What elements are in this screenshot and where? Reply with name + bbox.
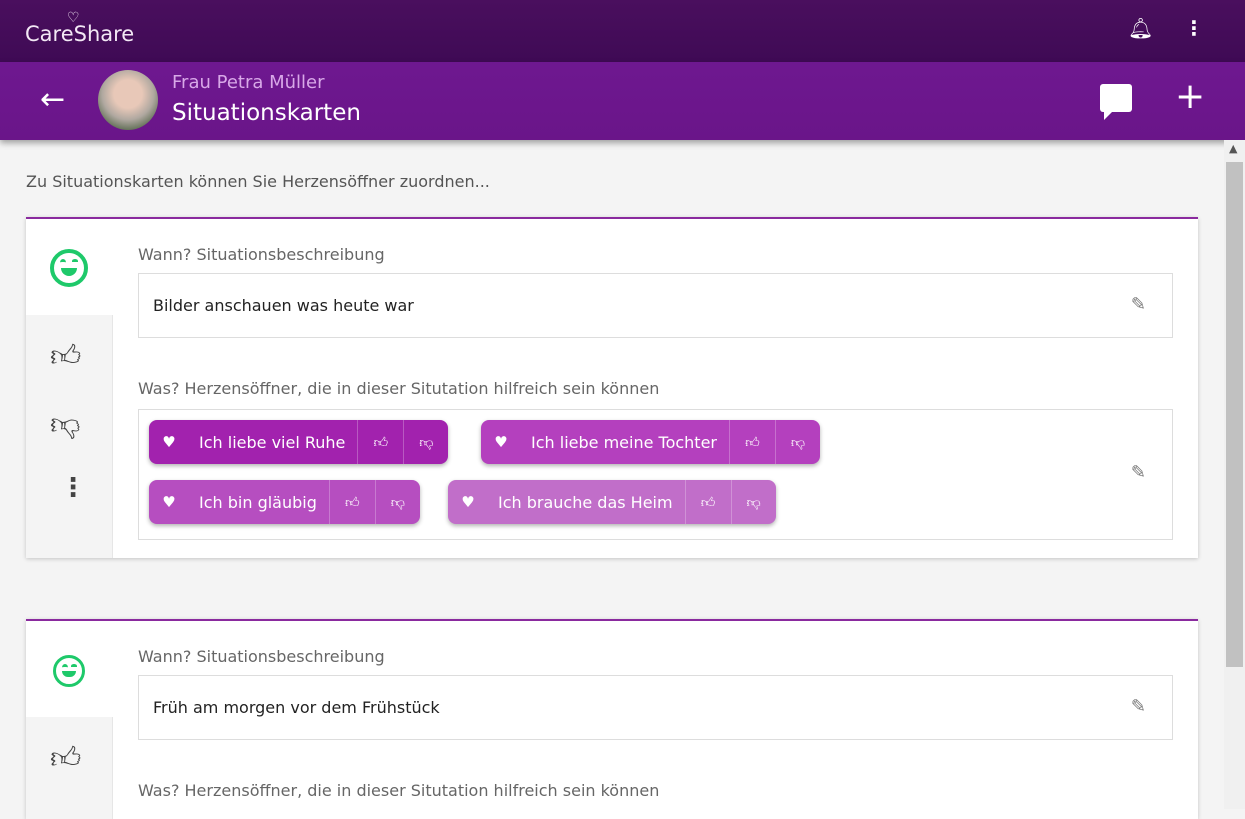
heart-icon: ♥ xyxy=(162,493,176,511)
thumb-down-icon[interactable]: 👎︎ xyxy=(50,407,80,443)
heart-opener-chip[interactable]: ♥ Ich liebe viel Ruhe 👍︎ 👎︎ xyxy=(149,420,449,464)
add-icon[interactable]: + xyxy=(1175,76,1205,117)
thumb-up-icon[interactable]: 👍︎ xyxy=(50,339,81,375)
when-label: Wann? Situationsbeschreibung xyxy=(138,647,385,666)
chat-icon[interactable] xyxy=(1100,84,1132,120)
situation-field[interactable]: Früh am morgen vor dem Frühstück ✎ xyxy=(138,675,1173,740)
smiley-icon xyxy=(50,249,88,287)
heart-opener-chip[interactable]: ♥ Ich liebe meine Tochter 👍︎ 👎︎ xyxy=(481,420,820,464)
avatar xyxy=(98,70,158,130)
chip-label: Ich liebe meine Tochter xyxy=(521,420,730,464)
thumb-up-icon[interactable]: 👍︎ xyxy=(50,741,81,777)
thumb-up-icon[interactable]: 👍︎ xyxy=(330,480,375,524)
situation-text: Früh am morgen vor dem Frühstück xyxy=(153,698,440,717)
thumb-down-icon[interactable]: 👎︎ xyxy=(774,420,820,464)
situation-text: Bilder anschauen was heute war xyxy=(153,296,414,315)
card-sidebar: 👍︎ 👎︎ ⋮ xyxy=(26,315,113,558)
situation-field[interactable]: Bilder anschauen was heute war ✎ xyxy=(138,273,1173,338)
chip-label: Ich liebe viel Ruhe xyxy=(189,420,359,464)
chip-label: Ich bin gläubig xyxy=(189,480,330,524)
more-vert-icon[interactable]: ⋮ xyxy=(60,473,86,503)
chip-label: Ich brauche das Heim xyxy=(488,480,686,524)
what-label: Was? Herzensöffner, die in dieser Situta… xyxy=(138,379,660,398)
situation-card: 👍︎ Wann? Situationsbeschreibung Früh am … xyxy=(26,619,1198,819)
card-sidebar: 👍︎ xyxy=(26,717,113,819)
thumb-up-icon[interactable]: 👍︎ xyxy=(730,420,775,464)
situation-card: 👍︎ 👎︎ ⋮ Wann? Situationsbeschreibung Bil… xyxy=(26,217,1198,558)
heart-icon: ♥ xyxy=(461,493,475,511)
heart-icon: ♥ xyxy=(162,433,176,451)
smiley-icon xyxy=(53,655,85,687)
back-arrow-icon[interactable]: ← xyxy=(40,82,65,117)
thumb-down-icon[interactable]: 👎︎ xyxy=(374,480,420,524)
careshare-logo: ♡ CareShare xyxy=(25,10,135,46)
edit-icon[interactable]: ✎ xyxy=(1131,462,1146,483)
heart-icon: ♥ xyxy=(494,433,508,451)
when-label: Wann? Situationsbeschreibung xyxy=(138,245,385,264)
app-bar: ♡ CareShare 🔔︎ ⋮ xyxy=(0,0,1245,62)
heart-openers-field: ✎ ♥ Ich liebe viel Ruhe 👍︎ 👎︎ ♥ Ich liebe me… xyxy=(138,409,1173,540)
thumb-up-icon[interactable]: 👍︎ xyxy=(358,420,403,464)
page-title: Situationskarten xyxy=(172,100,361,126)
more-vert-icon[interactable]: ⋮ xyxy=(1184,16,1204,40)
scrollbar[interactable]: ▲ xyxy=(1224,140,1245,809)
heart-opener-chip[interactable]: ♥ Ich brauche das Heim 👍︎ 👎︎ xyxy=(448,480,776,524)
what-label: Was? Herzensöffner, die in dieser Situta… xyxy=(138,781,660,800)
person-name: Frau Petra Müller xyxy=(172,72,325,93)
thumb-down-icon[interactable]: 👎︎ xyxy=(403,420,448,464)
thumb-down-icon[interactable]: 👎︎ xyxy=(730,480,776,524)
thumb-up-icon[interactable]: 👍︎ xyxy=(686,480,731,524)
scrollbar-thumb[interactable] xyxy=(1226,162,1243,667)
page-header: ← Frau Petra Müller Situationskarten + xyxy=(0,62,1245,140)
edit-icon[interactable]: ✎ xyxy=(1131,696,1146,717)
scroll-up-icon[interactable]: ▲ xyxy=(1229,142,1237,155)
bell-icon[interactable]: 🔔︎ xyxy=(1128,16,1153,40)
edit-icon[interactable]: ✎ xyxy=(1131,294,1146,315)
heart-opener-chip[interactable]: ♥ Ich bin gläubig 👍︎ 👎︎ xyxy=(149,480,420,524)
logo-text: CareShare xyxy=(25,22,135,46)
intro-text: Zu Situationskarten können Sie Herzensöf… xyxy=(26,172,490,191)
